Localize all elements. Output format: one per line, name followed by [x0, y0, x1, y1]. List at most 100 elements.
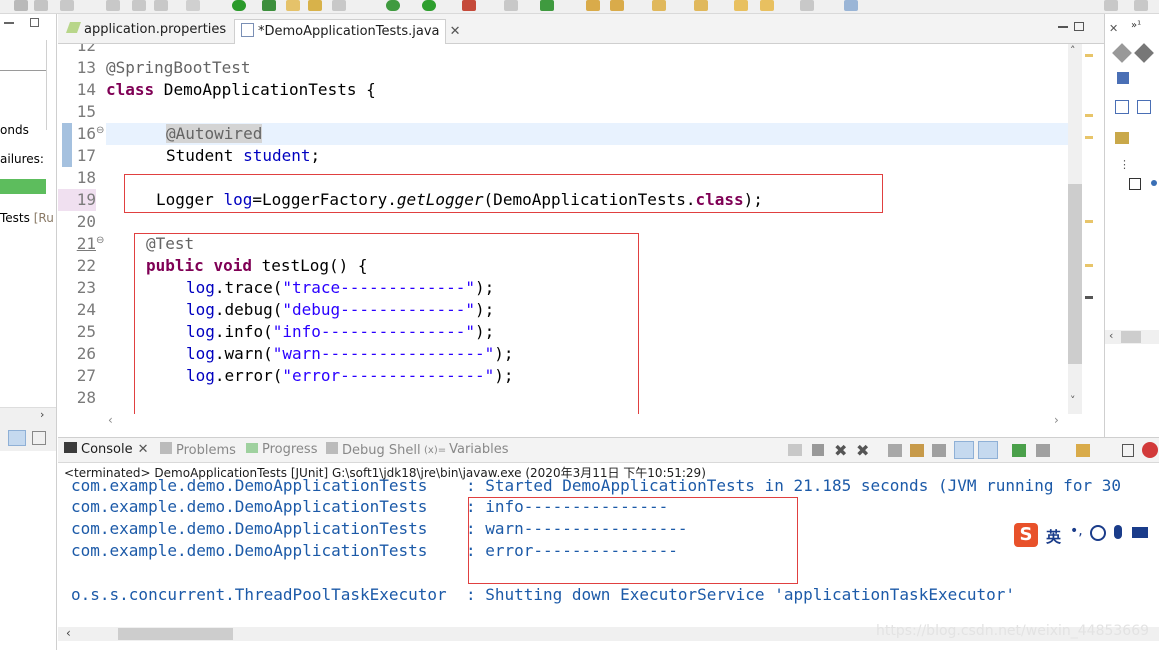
show-stderr-icon[interactable] — [978, 441, 998, 459]
test-tree-item[interactable]: Tests [Ru — [0, 211, 54, 225]
microphone-icon[interactable] — [1114, 525, 1122, 539]
scroll-up-icon[interactable]: ˄ — [1070, 44, 1076, 57]
forward-icon[interactable] — [800, 0, 814, 11]
collapse-all-icon[interactable] — [1137, 100, 1151, 114]
scroll-right-icon[interactable]: › — [40, 408, 44, 421]
history-icon[interactable] — [8, 430, 26, 446]
current-position-marker[interactable] — [1085, 296, 1093, 299]
last-edit-icon[interactable] — [734, 0, 748, 11]
build-icon[interactable] — [106, 0, 120, 11]
spring-bean-icon[interactable] — [1115, 132, 1129, 144]
outline-scrollbar[interactable]: ‹ — [1105, 329, 1159, 344]
show-stdout-icon[interactable] — [954, 441, 974, 459]
scrollbar-thumb[interactable] — [118, 628, 233, 640]
warning-marker[interactable] — [1085, 114, 1093, 117]
search-icon[interactable] — [1104, 0, 1118, 11]
terminate-icon[interactable] — [788, 444, 802, 456]
tab-variables[interactable]: (x)= Variables — [424, 442, 509, 457]
run-last-icon[interactable] — [14, 0, 28, 11]
close-view-icon[interactable]: ✕ — [1109, 22, 1118, 35]
console-view[interactable]: <terminated> DemoApplicationTests [JUnit… — [58, 463, 1159, 650]
fold-toggle-icon[interactable]: ⊖ — [96, 125, 104, 136]
ime-toolbar[interactable]: S 英 •, — [1008, 521, 1158, 549]
scroll-down-icon[interactable]: ˅ — [1070, 394, 1076, 407]
warning-marker[interactable] — [1085, 220, 1093, 223]
tab-debug-shell[interactable]: Debug Shell — [326, 442, 421, 458]
edit-icon[interactable] — [610, 0, 624, 11]
open-folder-icon[interactable] — [586, 0, 600, 11]
open-console-icon[interactable] — [1076, 444, 1090, 457]
stop-console-icon[interactable] — [812, 444, 824, 456]
remove-launch-icon[interactable]: ✖ — [834, 441, 847, 460]
annotation-icon[interactable] — [308, 0, 322, 11]
keyboard-icon[interactable] — [1132, 527, 1148, 538]
prev-annotation-icon[interactable] — [694, 0, 708, 11]
scroll-lock-icon[interactable] — [910, 444, 924, 457]
terminal-icon[interactable] — [186, 0, 200, 11]
next-annotation-icon[interactable] — [652, 0, 666, 11]
close-tab-icon[interactable]: ✕ — [138, 442, 149, 457]
tab-demo-application-tests[interactable]: *DemoApplicationTests.java ✕ — [234, 19, 461, 44]
highlight-icon[interactable] — [286, 0, 300, 11]
word-wrap-icon[interactable] — [932, 444, 946, 457]
clear-console-icon[interactable] — [888, 444, 902, 457]
display-console-icon[interactable] — [1036, 444, 1050, 457]
hide-fields-icon[interactable] — [1112, 43, 1132, 63]
code-editor[interactable]: 12 13 14 15 16 17 18 19 20 21 22 23 24 2… — [58, 44, 1068, 414]
pin-editor-icon[interactable] — [844, 0, 858, 11]
minimize-icon[interactable] — [4, 22, 14, 24]
warning-marker[interactable] — [1085, 54, 1093, 57]
vertical-scrollbar[interactable]: ˄ ˅ — [1068, 44, 1082, 414]
spring-boot-icon[interactable] — [232, 0, 246, 11]
scrollbar-thumb[interactable] — [1121, 331, 1141, 343]
close-tab-icon[interactable]: ✕ — [450, 24, 461, 39]
tab-problems[interactable]: Problems — [160, 442, 236, 458]
tree-node-icon[interactable]: ⋮ — [1119, 158, 1130, 171]
punctuation-icon[interactable]: •, — [1070, 523, 1083, 539]
layout-icon[interactable] — [32, 431, 46, 445]
horizontal-scrollbar[interactable]: › — [0, 407, 56, 421]
focus-icon[interactable] — [1117, 72, 1129, 84]
minimize-editor-icon[interactable] — [1058, 26, 1068, 28]
fold-toggle-icon[interactable]: ⊖ — [96, 235, 104, 246]
debug-run-icon[interactable] — [386, 0, 400, 11]
stop-icon[interactable] — [34, 0, 48, 11]
back-icon[interactable] — [760, 0, 774, 11]
tab-progress[interactable]: Progress — [246, 442, 317, 457]
overflow-views-icon[interactable]: »¹ — [1131, 20, 1141, 31]
scrollbar-thumb[interactable] — [1068, 184, 1082, 364]
maximize-icon[interactable] — [30, 18, 39, 27]
hide-static-icon[interactable] — [1134, 43, 1154, 63]
new-icon[interactable] — [332, 0, 346, 11]
pin-console-icon[interactable] — [1012, 444, 1026, 457]
scroll-left-icon[interactable]: ‹ — [108, 413, 113, 427]
tab-application-properties[interactable]: application.properties — [62, 19, 234, 44]
scroll-left-icon[interactable]: ‹ — [66, 626, 71, 640]
emoji-icon[interactable] — [1090, 525, 1106, 541]
java-file-icon — [241, 23, 254, 37]
sogou-logo-icon[interactable]: S — [1014, 523, 1038, 547]
run-icon[interactable] — [422, 0, 436, 11]
scroll-left-icon[interactable]: ‹ — [1109, 329, 1113, 342]
search-toolbar-icon[interactable] — [154, 0, 168, 11]
debug-icon[interactable] — [262, 0, 276, 11]
code-line-14: class DemoApplicationTests { — [106, 80, 376, 99]
help-icon[interactable] — [1142, 442, 1158, 458]
remove-all-icon[interactable]: ✖ — [856, 441, 869, 460]
minimize-console-icon[interactable] — [1122, 444, 1134, 457]
perspective-icon[interactable] — [1134, 0, 1148, 11]
ime-language-label[interactable]: 英 — [1046, 526, 1061, 547]
save-icon[interactable] — [60, 0, 74, 11]
run-config-icon[interactable] — [540, 0, 554, 11]
tab-console[interactable]: Console ✕ — [64, 442, 149, 457]
expand-all-icon[interactable] — [1115, 100, 1129, 114]
maximize-editor-icon[interactable] — [1074, 22, 1084, 31]
open-type-icon[interactable] — [132, 0, 146, 11]
coverage-icon[interactable] — [462, 0, 476, 11]
editor-horizontal-scrollbar[interactable]: ‹ › — [58, 413, 1104, 428]
scroll-right-icon[interactable]: › — [1054, 413, 1059, 427]
warning-marker[interactable] — [1085, 264, 1093, 267]
warning-marker[interactable] — [1085, 136, 1093, 139]
external-tools-icon[interactable] — [504, 0, 518, 11]
checkbox-icon[interactable] — [1129, 178, 1141, 190]
